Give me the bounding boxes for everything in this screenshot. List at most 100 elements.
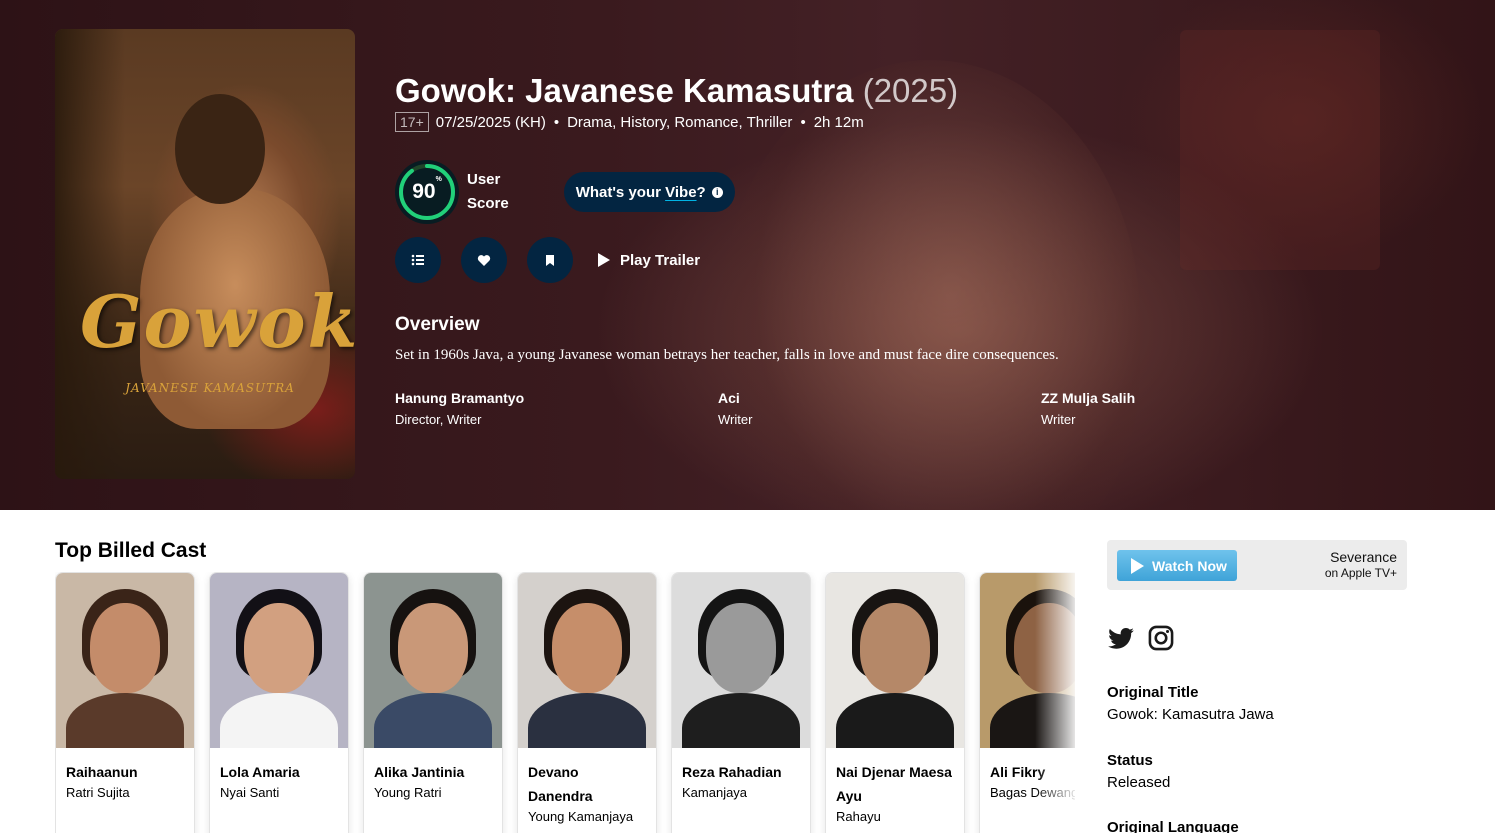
streaming-promo[interactable]: Watch Now Severance on Apple TV+ <box>1107 540 1407 590</box>
cast-card[interactable]: Nai Djenar Maesa Ayu Rahayu <box>825 572 965 833</box>
photo-face <box>244 603 314 693</box>
fact-value: Gowok: Kamasutra Jawa <box>1107 706 1274 723</box>
genres[interactable]: Drama, History, Romance, Thriller <box>567 114 792 131</box>
crew-name[interactable]: Aci <box>718 390 752 406</box>
watch-now-button[interactable]: Watch Now <box>1117 550 1237 581</box>
cast-character: Kamanjaya <box>682 785 748 800</box>
crew-member: Hanung Bramantyo Director, Writer <box>395 390 524 427</box>
action-buttons: Play Trailer <box>395 237 700 283</box>
cast-card[interactable]: Raihaanun Ratri Sujita <box>55 572 195 833</box>
vibe-prefix: What's your <box>575 183 661 201</box>
watch-now-label: Watch Now <box>1152 557 1227 574</box>
cast-card[interactable]: Alika Jantinia Young Ratri <box>363 572 503 833</box>
movie-title-text[interactable]: Gowok: Javanese Kamasutra <box>395 72 854 109</box>
info-icon[interactable]: i <box>711 186 723 198</box>
photo-body <box>66 693 184 748</box>
hero-backdrop: Gowok JAVANESE KAMASUTRA Gowok: Javanese… <box>0 0 1495 510</box>
cast-card[interactable]: Lola Amaria Nyai Santi <box>209 572 349 833</box>
fact-status: Status Released <box>1107 752 1170 791</box>
add-to-list-button[interactable] <box>395 237 441 283</box>
cast-character: Ratri Sujita <box>66 785 130 800</box>
separator-dot: • <box>800 113 806 131</box>
poster-title-art: Gowok <box>80 279 355 364</box>
cast-photo[interactable] <box>672 573 810 748</box>
photo-face <box>860 603 930 693</box>
play-trailer-label: Play Trailer <box>620 251 701 269</box>
vibe-button[interactable]: What's your Vibe? i <box>563 172 735 212</box>
photo-body <box>682 693 800 748</box>
play-icon <box>598 253 610 267</box>
movie-title: Gowok: Javanese Kamasutra (2025) <box>395 72 958 110</box>
score-value: 90% <box>412 176 442 204</box>
heart-icon <box>477 254 491 266</box>
crew-member: ZZ Mulja Salih Writer <box>1041 390 1135 427</box>
photo-body <box>528 693 646 748</box>
crew-member: Aci Writer <box>718 390 752 427</box>
cast-photo[interactable] <box>518 573 656 748</box>
photo-body <box>374 693 492 748</box>
cast-scroll-fade <box>1035 572 1080 833</box>
watchlist-button[interactable] <box>527 237 573 283</box>
score-percent-sign: % <box>435 176 442 183</box>
crew-role: Writer <box>718 412 753 427</box>
cast-scroller[interactable]: Raihaanun Ratri Sujita Lola Amaria Nyai … <box>55 572 1075 833</box>
cast-photo[interactable] <box>210 573 348 748</box>
separator-dot: • <box>553 113 560 131</box>
top-billed-cast-heading: Top Billed Cast <box>55 539 207 562</box>
movie-poster[interactable]: Gowok JAVANESE KAMASUTRA <box>55 29 355 479</box>
cast-name[interactable]: Alika Jantinia <box>364 748 502 784</box>
photo-face <box>706 603 776 693</box>
poster-curtain <box>55 29 125 479</box>
score-label-line2: Score <box>467 195 509 212</box>
cast-name[interactable]: Raihaanun <box>56 748 194 784</box>
favorite-button[interactable] <box>461 237 507 283</box>
crew-role: Writer <box>1041 412 1076 427</box>
overview-text: Set in 1960s Java, a young Javanese woma… <box>395 347 1059 363</box>
cast-character: Young Kamanjaya <box>528 809 634 824</box>
crew-role: Director, Writer <box>395 412 482 427</box>
score-label: User Score <box>467 168 509 216</box>
cast-photo[interactable] <box>826 573 964 748</box>
vibe-word: Vibe <box>665 183 697 201</box>
instagram-icon[interactable] <box>1147 624 1175 652</box>
fact-original-title: Original Title Gowok: Kamasutra Jawa <box>1107 684 1274 723</box>
fact-original-language: Original Language <box>1107 819 1239 833</box>
cast-photo[interactable] <box>56 573 194 748</box>
cast-character: Nyai Santi <box>220 785 280 800</box>
poster-figure-head <box>175 94 265 204</box>
score-label-line1: User <box>467 171 501 188</box>
cast-name[interactable]: Reza Rahadian <box>672 748 810 784</box>
score-row: 90% User Score What's your Vibe? i <box>395 160 735 224</box>
fact-label: Status <box>1107 752 1153 769</box>
overview-heading: Overview <box>395 314 480 335</box>
crew-name[interactable]: Hanung Bramantyo <box>395 390 524 406</box>
cast-name[interactable]: Lola Amaria <box>210 748 348 784</box>
cast-card[interactable]: Reza Rahadian Kamanjaya <box>671 572 811 833</box>
movie-facts: 17+ 07/25/2025 (KH) • Drama, History, Ro… <box>395 112 864 132</box>
promo-subtitle: on Apple TV+ <box>1324 566 1397 580</box>
runtime: 2h 12m <box>813 113 864 131</box>
cast-card[interactable]: Devano Danendra Young Kamanjaya <box>517 572 657 833</box>
backdrop-window <box>1180 30 1380 270</box>
user-score-chart[interactable]: 90% <box>395 160 459 224</box>
play-icon <box>1131 557 1144 574</box>
cast-character: Rahayu <box>836 809 881 824</box>
score-number: 90 <box>412 180 436 203</box>
cast-name[interactable]: Nai Djenar Maesa Ayu <box>826 748 964 808</box>
movie-info: Gowok: Javanese Kamasutra (2025) 17+ 07/… <box>395 72 1135 427</box>
bookmark-icon <box>546 254 554 266</box>
crew-name[interactable]: ZZ Mulja Salih <box>1041 390 1135 406</box>
play-trailer-button[interactable]: Play Trailer <box>598 252 700 269</box>
photo-face <box>552 603 622 693</box>
photo-face <box>398 603 468 693</box>
twitter-icon[interactable] <box>1107 624 1135 652</box>
cast-character: Young Ratri <box>374 785 442 800</box>
poster-subtitle-art: JAVANESE KAMASUTRA <box>125 381 295 395</box>
fact-label: Original Title <box>1107 684 1199 701</box>
cast-photo[interactable] <box>364 573 502 748</box>
photo-face <box>90 603 160 693</box>
release-date: 07/25/2025 (KH) <box>435 113 546 131</box>
cast-name[interactable]: Devano Danendra <box>518 748 656 808</box>
movie-year: (2025) <box>862 72 959 109</box>
certification-badge: 17+ <box>395 112 429 132</box>
